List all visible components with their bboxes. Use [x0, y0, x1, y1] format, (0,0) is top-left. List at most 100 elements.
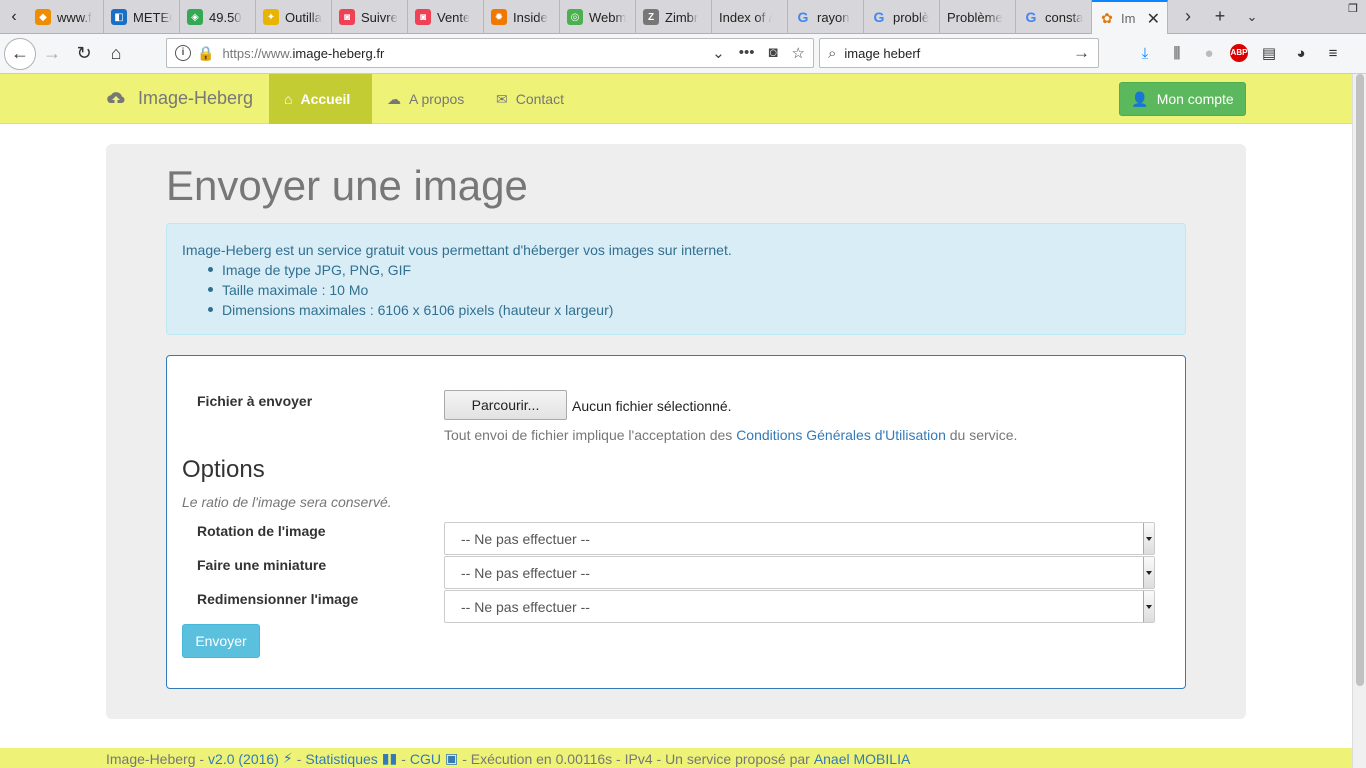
- tab-title: METEO: [133, 9, 172, 25]
- address-bar[interactable]: i 🔒 https://www.image-heberg.fr ⌄ ••• ◙ …: [166, 38, 814, 68]
- my-account-button[interactable]: 👤 Mon compte: [1119, 82, 1246, 116]
- browser-tab-bar: ‹ ◆ www.f ◧ METEO ◈ 49.50 ✦ Outilla ◙ Suivre ◙ Vent…: [0, 0, 1366, 34]
- resize-select[interactable]: -- Ne pas effectuer --: [444, 590, 1155, 623]
- file-status: Aucun fichier sélectionné.: [572, 398, 732, 414]
- browser-tab[interactable]: Gconsta: [1016, 0, 1092, 34]
- close-icon[interactable]: ✕: [1147, 9, 1160, 29]
- footer-brand: Image-Heberg -: [106, 750, 205, 767]
- tab-title: www.f: [57, 9, 92, 25]
- account-label: Mon compte: [1156, 91, 1234, 107]
- cgu-link[interactable]: CGU: [410, 751, 441, 767]
- search-input[interactable]: image heberf: [844, 46, 1073, 61]
- home-icon: ⌂: [110, 43, 122, 63]
- info-intro: Image-Heberg est un service gratuit vous…: [182, 242, 732, 258]
- new-tab-icon[interactable]: +: [1204, 6, 1236, 27]
- browser-tab[interactable]: ◙ Vente: [408, 0, 484, 34]
- browser-tab[interactable]: Problème: [940, 0, 1016, 34]
- site-navbar: Image-Heberg ⌂ Accueil ☁ A propos ✉ Cont…: [0, 74, 1352, 124]
- library-icon[interactable]: ⫼: [1166, 45, 1188, 62]
- terms-before: Tout envoi de fichier implique l'accepta…: [444, 427, 733, 443]
- tab-scroll-left-icon[interactable]: ‹: [0, 0, 28, 33]
- scrollbar-thumb[interactable]: [1356, 74, 1364, 686]
- chevron-down-icon[interactable]: [1143, 557, 1154, 588]
- chevron-down-icon[interactable]: [1143, 591, 1154, 622]
- browser-tab[interactable]: ◈ 49.50: [180, 0, 256, 34]
- home-button[interactable]: ⌂: [100, 38, 132, 70]
- site-footer: Image-Heberg - v2.0 (2016) ⚡ - Statistiq…: [0, 748, 1352, 768]
- author-link[interactable]: Anael MOBILIA: [814, 751, 911, 767]
- tab-title: consta: [1045, 9, 1084, 25]
- url-text[interactable]: https://www.image-heberg.fr: [222, 46, 712, 61]
- forward-button[interactable]: →: [36, 38, 68, 70]
- page-title: Envoyer une image: [166, 162, 528, 209]
- browser-tab[interactable]: ◙ Suivre: [332, 0, 408, 34]
- nav-accueil[interactable]: ⌂ Accueil: [269, 74, 372, 124]
- back-button[interactable]: ←: [4, 37, 36, 70]
- chevron-down-icon[interactable]: [1143, 523, 1154, 554]
- resize-label: Redimensionner l'image: [197, 591, 359, 607]
- nav-label: A propos: [409, 91, 465, 107]
- pocket-icon: ◙: [415, 9, 431, 25]
- list-item: Dimensions maximales : 6106 x 6106 pixel…: [208, 300, 1170, 320]
- tab-tools: › + ⌄: [1172, 0, 1268, 33]
- browser-tab[interactable]: Z Zimbr: [636, 0, 712, 34]
- menu-icon[interactable]: ≡: [1322, 45, 1344, 62]
- browse-button[interactable]: Parcourir...: [444, 390, 567, 420]
- thumbnail-select[interactable]: -- Ne pas effectuer --: [444, 556, 1155, 589]
- search-go-icon[interactable]: →: [1073, 43, 1090, 63]
- upload-jumbotron: Envoyer une image Image-Heberg est un se…: [106, 144, 1246, 719]
- browser-tab[interactable]: Index of /: [712, 0, 788, 34]
- rotation-select[interactable]: -- Ne pas effectuer --: [444, 522, 1155, 555]
- restore-window-icon[interactable]: ❐: [1348, 2, 1358, 15]
- terms-link[interactable]: Conditions Générales d'Utilisation: [736, 427, 946, 443]
- adblock-icon[interactable]: ABP: [1230, 44, 1248, 62]
- tab-title: problè: [893, 9, 930, 25]
- sidebar-icon[interactable]: ▤: [1258, 44, 1280, 62]
- reload-button[interactable]: ↻: [68, 38, 100, 70]
- tab-title: Im: [1121, 10, 1136, 26]
- pocket-icon[interactable]: ◙: [768, 44, 777, 62]
- avast-icon: ◆: [35, 9, 51, 25]
- tab-active[interactable]: ✿ Im ✕: [1092, 0, 1168, 34]
- browser-tab[interactable]: ✹ Inside: [484, 0, 560, 34]
- browser-tab[interactable]: ✦ Outilla: [256, 0, 332, 34]
- tab-scroll-right-icon[interactable]: ›: [1172, 6, 1204, 27]
- nav-contact[interactable]: ✉ Contact: [481, 74, 579, 124]
- browser-tab[interactable]: ◆ www.f: [28, 0, 104, 34]
- submit-button[interactable]: Envoyer: [182, 624, 260, 658]
- bookmark-star-icon[interactable]: ☆: [792, 44, 805, 62]
- google-icon: G: [1025, 9, 1037, 25]
- thumbnail-label: Faire une miniature: [197, 557, 327, 573]
- search-bar[interactable]: ⌕ image heberf →: [819, 38, 1099, 68]
- download-icon[interactable]: ⤓: [1134, 45, 1156, 62]
- lock-icon[interactable]: 🔒: [197, 45, 214, 62]
- browser-tab[interactable]: ◧ METEO: [104, 0, 180, 34]
- google-icon: G: [873, 9, 885, 25]
- chevron-down-icon[interactable]: ⌄: [712, 44, 725, 62]
- arrow-right-icon: →: [43, 43, 61, 63]
- tab-list-icon[interactable]: ⌄: [1236, 9, 1268, 25]
- maps-icon: ◈: [187, 9, 203, 25]
- briefcase-icon: ▣: [444, 750, 459, 766]
- more-actions-icon[interactable]: •••: [739, 44, 755, 62]
- tab-title: Problème: [947, 9, 1003, 25]
- arrow-left-icon: ←: [11, 43, 29, 63]
- extension-b-icon[interactable]: ●: [1198, 45, 1220, 62]
- bolt-icon: ⚡: [282, 750, 293, 766]
- bar-chart-icon: ▮▮: [381, 750, 398, 766]
- nav-a-propos[interactable]: ☁ A propos: [372, 74, 479, 124]
- extension-globe-icon[interactable]: ◕: [1290, 45, 1312, 62]
- list-item: Taille maximale : 10 Mo: [208, 280, 1170, 300]
- browser-tab[interactable]: ◎ Webm: [560, 0, 636, 34]
- site-brand[interactable]: Image-Heberg: [106, 88, 253, 109]
- browser-tab[interactable]: Grayon: [788, 0, 864, 34]
- version-link[interactable]: v2.0 (2016): [208, 751, 279, 767]
- browser-tab[interactable]: Gproblè: [864, 0, 940, 34]
- stats-link[interactable]: Statistiques: [305, 751, 377, 767]
- tool-icon: ✦: [263, 9, 279, 25]
- info-icon[interactable]: i: [175, 45, 191, 61]
- zimbra-icon: Z: [643, 9, 659, 25]
- scrollbar[interactable]: [1352, 74, 1366, 768]
- tab-title: 49.50: [209, 9, 242, 25]
- tab-title: rayon: [817, 9, 850, 25]
